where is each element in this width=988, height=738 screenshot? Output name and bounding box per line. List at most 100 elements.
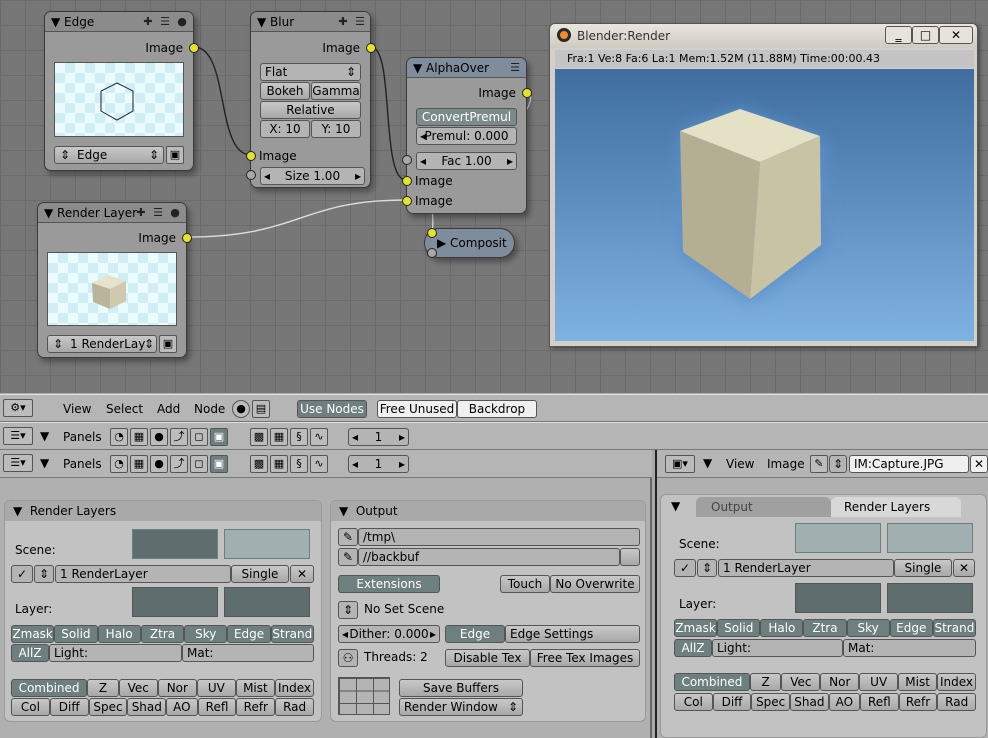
logic-icon[interactable]: ◔ [110, 455, 128, 473]
solid-toggle[interactable]: Solid [717, 619, 761, 637]
close-button[interactable]: ✕ [939, 26, 973, 44]
uv-pass-toggle[interactable]: UV [859, 673, 899, 691]
mat-field[interactable]: Mat: [182, 644, 314, 662]
free-tex-images-toggle[interactable]: Free Tex Images [530, 649, 640, 667]
image-browse[interactable]: ⇕ [829, 455, 847, 473]
blur-size-input-socket[interactable] [246, 170, 256, 180]
menu-select[interactable]: Select [106, 402, 143, 416]
fac-field[interactable]: ◂ Fac 1.00 ▸ [416, 152, 517, 170]
render-icon[interactable]: ▩ [250, 428, 268, 446]
object-icon[interactable]: ⤴ [170, 428, 188, 446]
output-path-field[interactable]: /tmp\ [358, 528, 640, 546]
collapse-icon[interactable]: ▼ [703, 456, 712, 470]
scene-layers-grid-b[interactable] [887, 523, 973, 553]
threads-icon[interactable]: ⚇ [338, 649, 358, 667]
edge-node-header[interactable]: ▼ Edge ✚ ☰ ● [45, 12, 193, 32]
mist-pass-toggle[interactable]: Mist [235, 679, 275, 697]
disable-tex-toggle[interactable]: Disable Tex [445, 649, 530, 667]
shading-icon[interactable]: ● [150, 455, 168, 473]
maximize-button[interactable]: □ [912, 26, 939, 44]
no-overwrite-toggle[interactable]: No Overwrite [550, 575, 640, 593]
script-icon[interactable]: ▦ [130, 428, 148, 446]
zmask-toggle[interactable]: Zmask [674, 619, 718, 637]
halo-toggle[interactable]: Halo [760, 619, 804, 637]
rad-pass-toggle[interactable]: Rad [937, 693, 977, 711]
use-nodes-toggle[interactable]: Use Nodes [297, 400, 367, 418]
alphaover-output-socket[interactable] [522, 88, 532, 98]
edge-toggle[interactable]: Edge [889, 619, 933, 637]
editor-type-icon[interactable]: ☰▾ [3, 454, 33, 472]
anim-icon[interactable]: ▦ [270, 455, 288, 473]
refl-pass-toggle[interactable]: Refl [860, 693, 899, 711]
composite-image-socket[interactable] [427, 228, 437, 238]
blur-x-field[interactable]: X: 10 [260, 120, 310, 138]
collapse-icon[interactable]: ▼ [40, 456, 49, 470]
scene-layers-grid-a[interactable] [132, 529, 218, 559]
add-icon[interactable]: ✚ [134, 206, 148, 219]
z-pass-toggle[interactable]: Z [749, 673, 782, 691]
touch-toggle[interactable]: Touch [500, 575, 550, 593]
sound-icon[interactable]: § [290, 455, 308, 473]
menu-image[interactable]: Image [767, 457, 805, 471]
render-layer-output-socket[interactable] [182, 233, 192, 243]
blur-size-field[interactable]: ◂ Size 1.00 ▸ [260, 167, 365, 185]
world-icon[interactable]: ∿ [310, 428, 328, 446]
minimize-button[interactable]: ‗ [885, 26, 912, 44]
render-layers-panel-title[interactable]: ▼ Render Layers [5, 501, 321, 521]
window-position-grid[interactable] [338, 677, 390, 715]
sphere-icon[interactable]: ● [175, 15, 189, 28]
node-editor[interactable]: ▼ Edge ✚ ☰ ● Image ⇕ Edge ⇕ ▣ ▼ Blur ✚ ☰… [0, 0, 988, 393]
renderlayer-name-field[interactable]: 1 RenderLayer [718, 559, 894, 577]
mat-field[interactable]: Mat: [843, 639, 976, 657]
premul-field[interactable]: ◂ Premul: 0.000 [416, 127, 517, 145]
render-window-select[interactable]: Render Window ⇕ [399, 698, 523, 716]
strand-toggle[interactable]: Strand [270, 625, 314, 643]
refl-pass-toggle[interactable]: Refl [197, 698, 237, 716]
vec-pass-toggle[interactable]: Vec [781, 673, 821, 691]
spec-pass-toggle[interactable]: Spec [751, 693, 791, 711]
dither-field[interactable]: ◂ Dither: 0.000 ▸ [338, 625, 440, 643]
add-icon[interactable]: ✚ [141, 15, 155, 28]
ao-pass-toggle[interactable]: AO [828, 693, 861, 711]
layer-grid-b[interactable] [887, 583, 973, 613]
combined-pass-toggle[interactable]: Combined [11, 679, 88, 697]
col-pass-toggle[interactable]: Col [674, 693, 713, 711]
render-layer-node[interactable]: ▼ Render Layer ✚ ☰ ● Image ⇕ 1 RenderLay… [37, 202, 192, 358]
backbuf-toggle[interactable] [620, 548, 640, 566]
render-window-titlebar[interactable]: Blender:Render ‗ □ ✕ [550, 24, 977, 48]
diff-pass-toggle[interactable]: Diff [49, 698, 89, 716]
refr-pass-toggle[interactable]: Refr [236, 698, 276, 716]
blur-image-input-socket[interactable] [246, 151, 256, 161]
alphaover-input2-socket[interactable] [402, 196, 412, 206]
composite-alpha-socket[interactable] [427, 248, 437, 258]
backbuf-path-field[interactable]: //backbuf [358, 548, 620, 566]
combined-pass-toggle[interactable]: Combined [674, 673, 750, 691]
add-icon[interactable]: ✚ [336, 15, 350, 28]
edge-filter-select[interactable]: ⇕ Edge ⇕ [54, 146, 164, 164]
menu-node[interactable]: Node [194, 402, 225, 416]
set-scene-browse[interactable]: ⇕ [338, 601, 358, 619]
anim-icon[interactable]: ▦ [270, 428, 288, 446]
folder-icon[interactable]: ✎ [338, 548, 358, 566]
object-icon[interactable]: ⤴ [170, 455, 188, 473]
single-toggle[interactable]: Single [231, 565, 289, 583]
relative-toggle[interactable]: Relative [260, 101, 361, 119]
scene-layers-grid-b[interactable] [224, 529, 310, 559]
editing-icon[interactable]: ◻ [190, 455, 208, 473]
zmask-toggle[interactable]: Zmask [11, 625, 55, 643]
convert-premul-toggle[interactable]: ConvertPremul [416, 108, 517, 126]
halo-toggle[interactable]: Halo [97, 625, 141, 643]
sound-icon[interactable]: § [290, 428, 308, 446]
allz-toggle[interactable]: AllZ [11, 644, 49, 662]
vec-pass-toggle[interactable]: Vec [118, 679, 158, 697]
panel-collapse-icon[interactable]: ▼ [671, 499, 680, 513]
index-pass-toggle[interactable]: Index [274, 679, 314, 697]
panels-menu[interactable]: Panels [63, 457, 102, 471]
sky-toggle[interactable]: Sky [184, 625, 228, 643]
blur-node[interactable]: ▼ Blur ✚ ☰ Image Flat ⇕ Bokeh Gamma Rela… [246, 11, 376, 188]
light-field[interactable]: Light: [49, 644, 182, 662]
edge-node[interactable]: ▼ Edge ✚ ☰ ● Image ⇕ Edge ⇕ ▣ [44, 11, 199, 171]
render-window[interactable]: Blender:Render ‗ □ ✕ Fra:1 Ve:8 Fa:6 La:… [549, 23, 978, 347]
edge-toggle[interactable]: Edge [227, 625, 271, 643]
image-icon[interactable]: ▣ [166, 146, 184, 164]
